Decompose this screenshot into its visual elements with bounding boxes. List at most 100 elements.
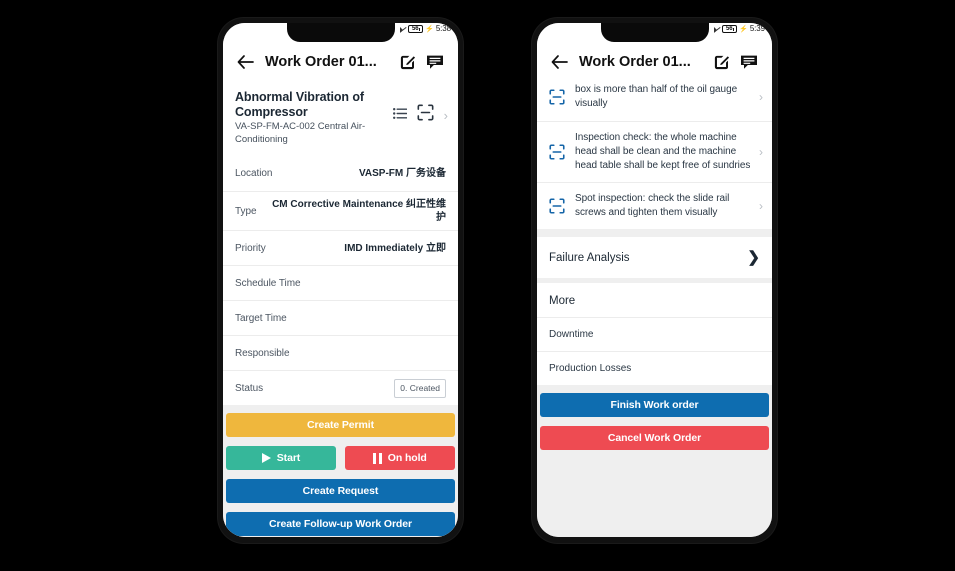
charging-icon: ⚡	[425, 25, 434, 33]
comment-icon[interactable]	[737, 50, 761, 74]
failure-analysis-row[interactable]: Failure Analysis ❯	[537, 237, 772, 278]
work-order-asset: VA-SP-FM-AC-002 Central Air-Conditioning	[235, 121, 366, 145]
status-icons: 56 ⚡ 5:39	[714, 23, 772, 33]
mute-icon	[714, 26, 720, 33]
create-request-button[interactable]: Create Request	[226, 479, 455, 503]
notch	[286, 23, 395, 42]
content-scroll-right[interactable]: box is more than half of the oil gauge v…	[537, 81, 772, 537]
more-item-production-losses[interactable]: Production Losses	[537, 351, 772, 385]
field-row-location[interactable]: Location VASP-FM 厂务设备	[223, 156, 458, 191]
app-bar-right: Work Order 01...	[537, 43, 772, 81]
field-label: Location	[235, 168, 273, 179]
field-value: VASP-FM 厂务设备	[358, 168, 446, 179]
checklist-item[interactable]: Inspection check: the whole machine head…	[537, 121, 772, 182]
phone-right-screen: 56 ⚡ 5:39 Work Order 01... box is more t…	[537, 23, 772, 537]
phone-left-screen: 56 ⚡ 5:38 Work Order 01... Abnormal Vibr…	[223, 23, 458, 537]
edit-icon[interactable]	[395, 50, 419, 74]
status-bar-left: 56 ⚡ 5:38	[223, 23, 458, 43]
cancel-work-order-button[interactable]: Cancel Work Order	[540, 426, 769, 450]
charging-icon: ⚡	[739, 25, 748, 33]
scan-icon[interactable]	[547, 144, 566, 160]
field-value: IMD Immediately 立即	[344, 242, 446, 254]
field-row-target-time[interactable]: Target Time	[223, 300, 458, 335]
phone-right: 56 ⚡ 5:39 Work Order 01... box is more t…	[532, 18, 777, 543]
notch	[600, 23, 709, 42]
chevron-right-icon[interactable]: ›	[753, 199, 763, 213]
field-row-priority[interactable]: Priority IMD Immediately 立即	[223, 230, 458, 265]
action-buttons-left: Create Permit Start On hold Create Reque…	[223, 413, 458, 536]
field-label: Target Time	[235, 312, 287, 324]
on-hold-button-label: On hold	[387, 452, 427, 464]
scan-icon[interactable]	[547, 198, 566, 214]
finish-work-order-button[interactable]: Finish Work order	[540, 393, 769, 417]
battery-icon: 56	[408, 25, 424, 33]
work-order-title-text: Abnormal Vibration of Compressor VA-SP-F…	[235, 90, 393, 146]
checklist-card: box is more than half of the oil gauge v…	[537, 81, 772, 229]
page-title: Work Order 01...	[265, 54, 377, 70]
checklist-item-text: Spot inspection: check the slide rail sc…	[575, 193, 730, 218]
phone-left: 56 ⚡ 5:38 Work Order 01... Abnormal Vibr…	[218, 18, 463, 543]
chevron-right-icon[interactable]: ›	[444, 109, 448, 122]
work-order-fields: Location VASP-FM 厂务设备 Type CM Corrective…	[223, 156, 458, 405]
comment-icon[interactable]	[423, 50, 447, 74]
chevron-right-icon[interactable]: ❯	[747, 250, 760, 265]
work-order-title-card[interactable]: Abnormal Vibration of Compressor VA-SP-F…	[223, 81, 458, 156]
status-icons: 56 ⚡ 5:38	[400, 23, 458, 33]
field-row-type[interactable]: Type CM Corrective Maintenance 纠正性维护	[223, 191, 458, 230]
chevron-right-icon[interactable]: ›	[753, 90, 763, 104]
start-button[interactable]: Start	[226, 446, 336, 470]
app-bar-left: Work Order 01...	[223, 43, 458, 81]
checklist-item-text: box is more than half of the oil gauge v…	[575, 83, 738, 109]
field-label: Type	[235, 205, 257, 217]
field-value: CM Corrective Maintenance 纠正性维护	[272, 199, 446, 223]
more-heading: More	[537, 283, 772, 317]
field-label: Priority	[235, 242, 266, 254]
content-scroll-left[interactable]: Abnormal Vibration of Compressor VA-SP-F…	[223, 81, 458, 537]
checklist-item[interactable]: Spot inspection: check the slide rail sc…	[537, 182, 772, 229]
edit-icon[interactable]	[709, 50, 733, 74]
field-row-status[interactable]: Status 0. Created	[223, 370, 458, 405]
create-followup-work-order-button[interactable]: Create Follow-up Work Order	[226, 512, 455, 536]
checklist-item-text: Inspection check: the whole machine head…	[575, 132, 751, 171]
scan-icon[interactable]	[417, 104, 434, 126]
start-hold-row: Start On hold	[226, 446, 455, 470]
start-button-label: Start	[276, 452, 301, 464]
scan-icon[interactable]	[547, 88, 566, 105]
field-value-wrap: 0. Created	[263, 378, 446, 398]
more-card: More Downtime Production Losses	[537, 283, 772, 385]
work-order-name: Abnormal Vibration of Compressor	[235, 90, 364, 119]
play-icon	[261, 453, 271, 463]
chevron-right-icon[interactable]: ›	[753, 145, 763, 159]
field-row-responsible[interactable]: Responsible	[223, 335, 458, 370]
status-clock: 5:38	[435, 24, 451, 33]
work-order-title-actions: ›	[392, 90, 448, 126]
status-clock: 5:39	[749, 24, 765, 33]
field-label: Responsible	[235, 347, 290, 359]
list-icon[interactable]	[392, 106, 407, 124]
pause-icon	[373, 452, 382, 464]
field-row-schedule-time[interactable]: Schedule Time	[223, 265, 458, 300]
failure-analysis-label: Failure Analysis	[549, 251, 630, 264]
back-arrow-icon[interactable]	[234, 51, 256, 73]
battery-icon: 56	[722, 25, 738, 33]
mute-icon	[400, 26, 406, 33]
field-label: Schedule Time	[235, 277, 301, 289]
back-arrow-icon[interactable]	[548, 51, 570, 73]
status-bar-right: 56 ⚡ 5:39	[537, 23, 772, 43]
field-label: Status	[235, 382, 264, 394]
screenshot-stage: 56 ⚡ 5:38 Work Order 01... Abnormal Vibr…	[0, 0, 955, 571]
action-buttons-right: Finish Work order Cancel Work Order	[537, 393, 772, 450]
checklist-item[interactable]: box is more than half of the oil gauge v…	[537, 81, 772, 121]
create-permit-button[interactable]: Create Permit	[226, 413, 455, 437]
more-item-downtime[interactable]: Downtime	[537, 317, 772, 351]
status-badge: 0. Created	[394, 378, 446, 398]
on-hold-button[interactable]: On hold	[345, 446, 455, 470]
page-title: Work Order 01...	[579, 54, 691, 70]
